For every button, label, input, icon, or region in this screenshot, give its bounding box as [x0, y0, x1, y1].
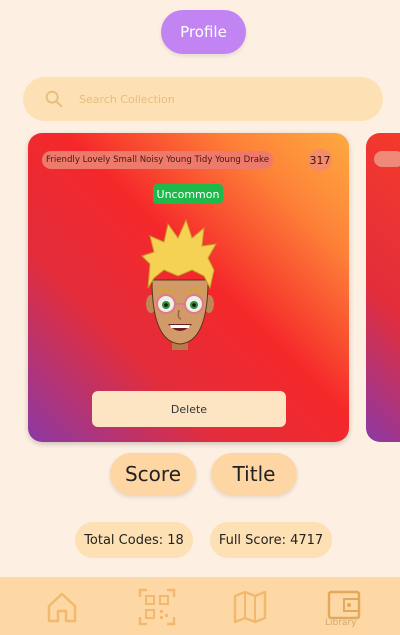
next-card[interactable] — [366, 133, 400, 442]
sort-score-button[interactable]: Score — [110, 453, 196, 495]
next-card-name — [374, 151, 400, 167]
map-icon[interactable] — [230, 587, 270, 627]
home-icon[interactable] — [42, 587, 82, 627]
bottom-navbar: Library — [0, 577, 400, 635]
nav-library-label[interactable]: Library — [325, 618, 356, 628]
full-score-stat: Full Score: 4717 — [210, 522, 332, 558]
collection-card[interactable]: Friendly Lovely Small Noisy Young Tidy Y… — [28, 133, 349, 442]
character-avatar — [141, 218, 217, 350]
sort-title-button[interactable]: Title — [211, 453, 297, 495]
total-codes-stat: Total Codes: 18 — [75, 522, 193, 558]
qr-code-icon[interactable] — [137, 587, 177, 627]
card-score-badge: 317 — [308, 149, 332, 171]
search-input[interactable]: Search Collection — [79, 93, 175, 106]
card-name: Friendly Lovely Small Noisy Young Tidy Y… — [42, 151, 273, 169]
profile-button[interactable]: Profile — [161, 10, 246, 54]
rarity-badge: Uncommon — [153, 184, 223, 204]
search-icon — [45, 90, 63, 108]
delete-button[interactable]: Delete — [92, 391, 286, 427]
search-bar[interactable]: Search Collection — [23, 77, 383, 121]
